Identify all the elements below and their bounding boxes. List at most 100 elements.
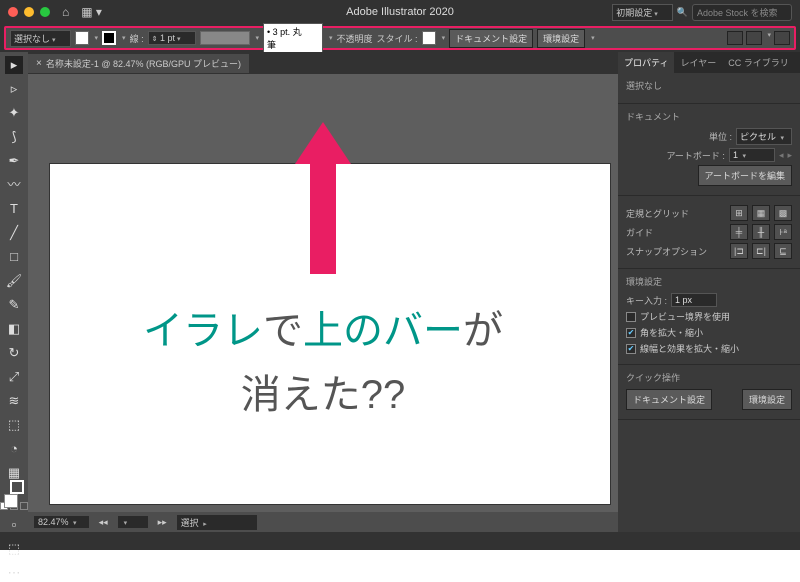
shape-builder-tool[interactable]: ◔ bbox=[5, 440, 23, 458]
align-icon[interactable] bbox=[727, 31, 743, 45]
brush-definition-dropdown[interactable]: • 3 pt. 丸筆 bbox=[263, 23, 323, 53]
stroke-label: 線 : bbox=[130, 32, 144, 45]
main-area: ▸ ▹ ✦ ⟆ ✒ 〰 T ╱ □ 🖌 ✎ ◧ ↻ ⤢ ≋ ⬚ ◔ ▦ ▫ ⬚ … bbox=[0, 52, 800, 532]
workspace-switcher[interactable]: 初期設定▾ bbox=[612, 4, 673, 21]
selection-tool[interactable]: ▸ bbox=[5, 56, 23, 74]
guides-lock-icon[interactable]: ╫ bbox=[752, 224, 770, 240]
rectangle-tool[interactable]: □ bbox=[5, 248, 23, 266]
transparency-grid-icon[interactable]: ▩ bbox=[774, 205, 792, 221]
annotation-text: イラレで上のバーが 消えた?? bbox=[28, 299, 618, 427]
arrange-documents-icon[interactable]: ▦ ▾ bbox=[81, 5, 102, 19]
artboard-nav-dropdown[interactable]: ▾ bbox=[118, 516, 148, 528]
grid-toggle-icon[interactable]: ▦ bbox=[752, 205, 770, 221]
key-input-label: キー入力 : bbox=[626, 294, 667, 307]
close-tab-icon[interactable]: × bbox=[36, 58, 42, 69]
ruler-grid-label: 定規とグリッド bbox=[626, 207, 689, 220]
scale-corners-checkbox[interactable]: ✔角を拡大・縮小 bbox=[626, 326, 792, 339]
key-input-field[interactable]: 1 px bbox=[671, 293, 717, 307]
tab-properties[interactable]: プロパティ bbox=[618, 52, 674, 73]
shaper-tool[interactable]: ✎ bbox=[5, 296, 23, 314]
maximize-window-button[interactable] bbox=[40, 7, 50, 17]
magic-wand-tool[interactable]: ✦ bbox=[5, 104, 23, 122]
illustrator-window: ⌂ ▦ ▾ Adobe Illustrator 2020 初期設定▾ 🔍 Ado… bbox=[0, 0, 800, 550]
graphic-style-swatch[interactable] bbox=[422, 31, 436, 45]
search-icon: 🔍 bbox=[677, 7, 688, 18]
snap-options-label: スナップオプション bbox=[626, 245, 707, 258]
type-tool[interactable]: T bbox=[5, 200, 23, 218]
status-bar: 82.47% ▾ ◂◂ ▾ ▸▸ 選択 ▸ bbox=[28, 512, 618, 532]
transform-icon[interactable] bbox=[746, 31, 762, 45]
smart-guides-icon[interactable]: ꜔ᵃ bbox=[774, 224, 792, 240]
app-title: Adobe Illustrator 2020 bbox=[346, 6, 454, 18]
fill-swatch[interactable] bbox=[75, 31, 89, 45]
tab-cc-libraries[interactable]: CC ライブラリ bbox=[722, 52, 795, 73]
quick-actions-header: クイック操作 bbox=[626, 371, 792, 384]
document-tab-label: 名称未設定-1 @ 82.47% (RGB/GPU プレビュー) bbox=[46, 57, 241, 70]
guides-label: ガイド bbox=[626, 226, 653, 239]
selection-type-dropdown[interactable]: 選択なし▾ bbox=[10, 30, 71, 47]
line-tool[interactable]: ╱ bbox=[5, 224, 23, 242]
paintbrush-tool[interactable]: 🖌 bbox=[5, 272, 23, 290]
artboard-next-icon[interactable]: ▸ bbox=[787, 150, 792, 161]
annotation-arrow bbox=[293, 122, 353, 272]
quick-document-setup-button[interactable]: ドキュメント設定 bbox=[626, 389, 712, 410]
selection-status: 選択なし bbox=[626, 79, 792, 92]
direct-selection-tool[interactable]: ▹ bbox=[5, 80, 23, 98]
stock-search-input[interactable]: Adobe Stock を検索 bbox=[692, 4, 792, 21]
ruler-toggle-icon[interactable]: ⊞ bbox=[730, 205, 748, 221]
document-section-header: ドキュメント bbox=[626, 110, 792, 123]
screen-mode-icon[interactable]: ⬚ bbox=[5, 540, 23, 558]
snap-pixel-icon[interactable]: |⊐ bbox=[730, 243, 748, 259]
style-label: スタイル : bbox=[377, 32, 418, 45]
minimize-window-button[interactable] bbox=[24, 7, 34, 17]
guides-visibility-icon[interactable]: ╪ bbox=[730, 224, 748, 240]
lasso-tool[interactable]: ⟆ bbox=[5, 128, 23, 146]
rotate-tool[interactable]: ↻ bbox=[5, 344, 23, 362]
canvas[interactable]: イラレで上のバーが 消えた?? bbox=[28, 74, 618, 512]
tab-layers[interactable]: レイヤー bbox=[674, 52, 722, 73]
window-controls bbox=[8, 7, 50, 17]
panel-menu-icon[interactable] bbox=[774, 31, 790, 45]
free-transform-tool[interactable]: ⬚ bbox=[5, 416, 23, 434]
snap-grid-icon[interactable]: ⊑ bbox=[774, 243, 792, 259]
units-label: 単位 : bbox=[709, 130, 732, 143]
document-tab[interactable]: × 名称未設定-1 @ 82.47% (RGB/GPU プレビュー) bbox=[28, 54, 249, 73]
status-mode-dropdown[interactable]: 選択 ▸ bbox=[177, 515, 257, 530]
preview-bounds-checkbox[interactable]: プレビュー境界を使用 bbox=[626, 310, 792, 323]
scale-strokes-checkbox[interactable]: ✔線幅と効果を拡大・縮小 bbox=[626, 342, 792, 355]
close-window-button[interactable] bbox=[8, 7, 18, 17]
artboard-dropdown[interactable]: 1 ▾ bbox=[729, 148, 775, 162]
tools-panel: ▸ ▹ ✦ ⟆ ✒ 〰 T ╱ □ 🖌 ✎ ◧ ↻ ⤢ ≋ ⬚ ◔ ▦ ▫ ⬚ … bbox=[0, 52, 28, 532]
artboard-nav-next-icon[interactable]: ▸▸ bbox=[158, 517, 167, 528]
control-bar: 選択なし▾ ▾ ▾ 線 : ⇕ 1 pt▾ ▾ • 3 pt. 丸筆▾ 不透明度… bbox=[4, 26, 796, 50]
units-dropdown[interactable]: ピクセル ▾ bbox=[736, 128, 792, 145]
width-tool[interactable]: ≋ bbox=[5, 392, 23, 410]
document-area: × 名称未設定-1 @ 82.47% (RGB/GPU プレビュー) イラレで上… bbox=[28, 52, 618, 532]
edit-toolbar-icon[interactable]: ⋯ bbox=[5, 564, 23, 582]
titlebar: ⌂ ▦ ▾ Adobe Illustrator 2020 初期設定▾ 🔍 Ado… bbox=[0, 0, 800, 24]
stroke-profile-dropdown[interactable] bbox=[200, 31, 250, 45]
artboard-prev-icon[interactable]: ◂ bbox=[779, 150, 784, 161]
snap-point-icon[interactable]: ⊏| bbox=[752, 243, 770, 259]
artboard-nav-prev-icon[interactable]: ◂◂ bbox=[99, 517, 108, 528]
preferences-button[interactable]: 環境設定 bbox=[537, 29, 585, 48]
document-setup-button[interactable]: ドキュメント設定 bbox=[449, 29, 533, 48]
edit-artboards-button[interactable]: アートボードを編集 bbox=[698, 165, 792, 186]
stroke-weight-input[interactable]: ⇕ 1 pt▾ bbox=[148, 31, 196, 45]
eraser-tool[interactable]: ◧ bbox=[5, 320, 23, 338]
quick-preferences-button[interactable]: 環境設定 bbox=[742, 389, 792, 410]
none-mode-icon[interactable] bbox=[20, 502, 28, 510]
draw-mode-icon[interactable]: ▫ bbox=[5, 516, 23, 534]
scale-tool[interactable]: ⤢ bbox=[5, 368, 23, 386]
preferences-section-header: 環境設定 bbox=[626, 275, 792, 288]
pen-tool[interactable]: ✒ bbox=[5, 152, 23, 170]
properties-panel: プロパティ レイヤー CC ライブラリ 選択なし ドキュメント 単位 : ピクセ… bbox=[618, 52, 800, 532]
document-tabs: × 名称未設定-1 @ 82.47% (RGB/GPU プレビュー) bbox=[28, 52, 618, 74]
opacity-label[interactable]: 不透明度 bbox=[337, 32, 373, 45]
zoom-level-dropdown[interactable]: 82.47% ▾ bbox=[34, 516, 89, 528]
stroke-swatch[interactable] bbox=[102, 31, 116, 45]
curvature-tool[interactable]: 〰 bbox=[5, 176, 23, 194]
panel-tabs: プロパティ レイヤー CC ライブラリ bbox=[618, 52, 800, 73]
home-icon[interactable]: ⌂ bbox=[62, 5, 69, 19]
artboard-label: アートボード : bbox=[666, 149, 724, 162]
